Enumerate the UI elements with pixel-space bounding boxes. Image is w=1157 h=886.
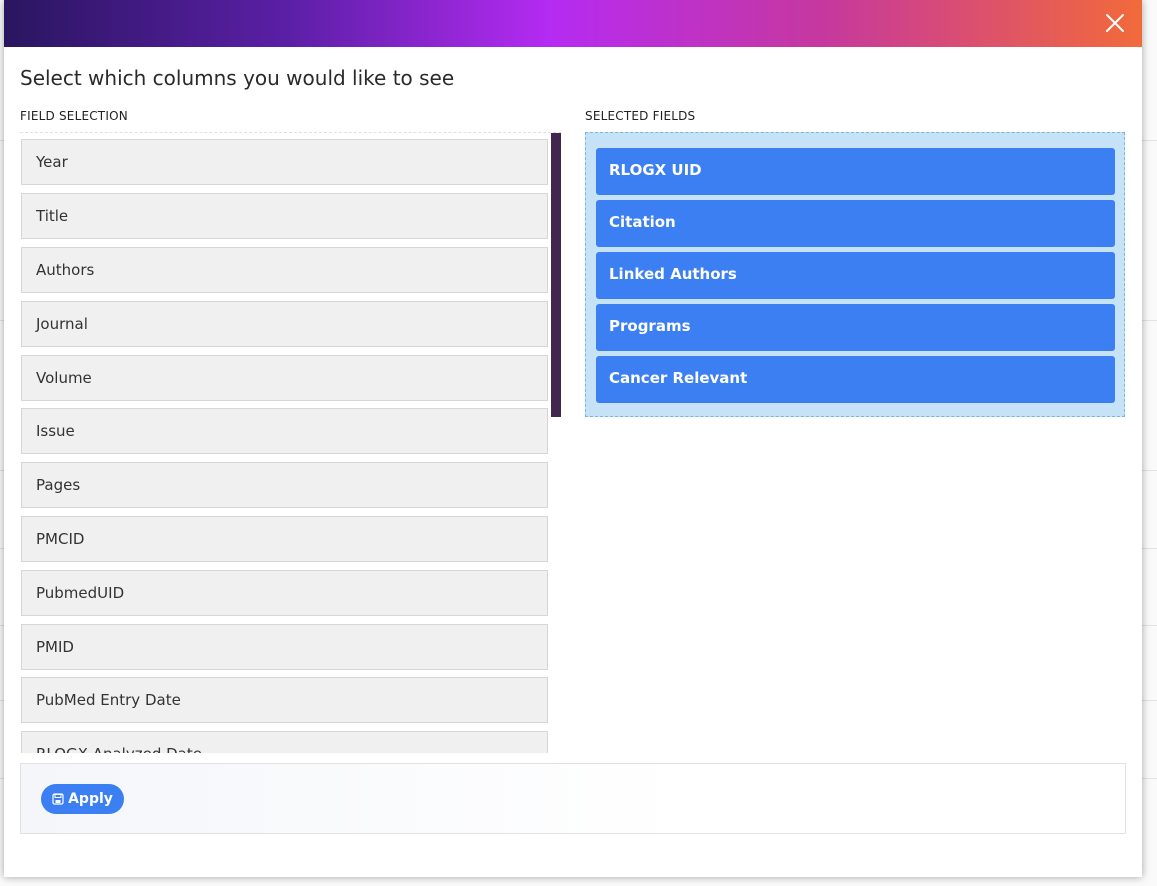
- modal-title: Select which columns you would like to s…: [20, 66, 455, 90]
- selected-item-programs[interactable]: Programs: [596, 304, 1115, 351]
- field-item-title[interactable]: Title: [21, 193, 548, 239]
- selected-item-cancer-relevant[interactable]: Cancer Relevant: [596, 356, 1115, 403]
- close-button[interactable]: [1102, 10, 1128, 36]
- field-item-pmid[interactable]: PMID: [21, 624, 548, 670]
- selected-fields-dropzone[interactable]: RLOGX UID Citation Linked Authors Progra…: [585, 132, 1125, 417]
- field-item-pubmed-entry-date[interactable]: PubMed Entry Date: [21, 677, 548, 723]
- field-item-pages[interactable]: Pages: [21, 462, 548, 508]
- field-item-rlogx-analyzed-date[interactable]: RLOGX Analyzed Date: [21, 731, 548, 753]
- modal-footer: Apply: [20, 763, 1126, 834]
- selected-item-rlogx-uid[interactable]: RLOGX UID: [596, 148, 1115, 195]
- selected-fields-label: SELECTED FIELDS: [585, 109, 696, 123]
- modal-header: [4, 0, 1142, 47]
- field-list-scrollbar[interactable]: [551, 133, 561, 417]
- field-item-volume[interactable]: Volume: [21, 355, 548, 401]
- field-item-authors[interactable]: Authors: [21, 247, 548, 293]
- field-item-issue[interactable]: Issue: [21, 408, 548, 454]
- apply-label: Apply: [68, 791, 113, 807]
- field-selection-list[interactable]: Year Title Authors Journal Volume Issue …: [20, 132, 561, 753]
- field-item-pmcid[interactable]: PMCID: [21, 516, 548, 562]
- field-item-pubmeduid[interactable]: PubmedUID: [21, 570, 548, 616]
- field-item-year[interactable]: Year: [21, 139, 548, 185]
- close-icon: [1106, 14, 1124, 32]
- selected-item-citation[interactable]: Citation: [596, 200, 1115, 247]
- column-selector-modal: Select which columns you would like to s…: [4, 0, 1142, 877]
- save-icon: [52, 793, 64, 805]
- apply-button[interactable]: Apply: [41, 784, 124, 814]
- field-item-journal[interactable]: Journal: [21, 301, 548, 347]
- field-selection-label: FIELD SELECTION: [20, 109, 128, 123]
- selected-item-linked-authors[interactable]: Linked Authors: [596, 252, 1115, 299]
